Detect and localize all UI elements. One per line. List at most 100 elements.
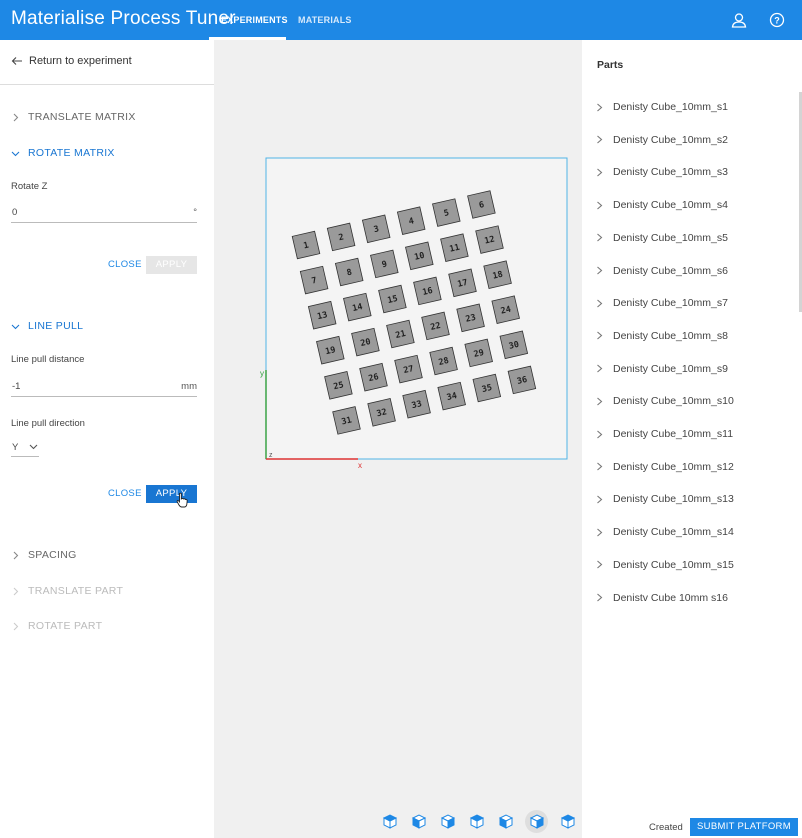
- part-list-item[interactable]: Denisty Cube_10mm_s4: [596, 199, 728, 211]
- view-front-icon[interactable]: [409, 812, 428, 831]
- chevron-right-icon: [13, 587, 19, 595]
- part-list-item[interactable]: Denisty Cube_10mm_s13: [596, 493, 734, 505]
- line-pull-direction-select[interactable]: Y: [11, 437, 39, 457]
- density-cube[interactable]: 11: [440, 233, 469, 262]
- section-rotate-part[interactable]: ROTATE PART: [11, 620, 102, 632]
- density-cube[interactable]: 9: [370, 249, 399, 279]
- density-cube[interactable]: 10: [405, 241, 434, 271]
- density-cube[interactable]: 27: [394, 354, 423, 384]
- density-cube[interactable]: 1: [291, 230, 321, 260]
- view-right-icon[interactable]: [496, 812, 515, 831]
- density-cube[interactable]: 23: [456, 303, 485, 333]
- part-name: Denisty Cube_10mm_s1: [613, 101, 728, 113]
- part-name: Denisty Cube_10mm_s14: [613, 526, 734, 539]
- part-list-item[interactable]: Denisty Cube_10mm_s15: [596, 559, 734, 571]
- created-status: Created: [649, 822, 683, 833]
- density-cube[interactable]: 28: [429, 346, 458, 376]
- app-title: Materialise Process Tuner: [11, 8, 236, 29]
- part-list-item[interactable]: Denisty Cube_10mm_s9: [596, 363, 728, 375]
- part-list-item[interactable]: Denisty Cube_10mm_s11: [596, 428, 733, 440]
- chevron-right-icon: [13, 551, 19, 559]
- line-pull-distance-value: -1: [12, 381, 21, 392]
- density-cube[interactable]: 3: [361, 214, 391, 244]
- density-cube[interactable]: 15: [378, 284, 407, 314]
- density-cube[interactable]: 22: [421, 311, 450, 341]
- part-list-item[interactable]: Denistv Cube 10mm s16: [596, 592, 728, 604]
- line-pull-apply-button[interactable]: APPLY: [146, 485, 197, 503]
- density-cube[interactable]: 31: [332, 406, 361, 435]
- part-list-item[interactable]: Denisty Cube_10mm_s8: [596, 330, 728, 342]
- section-label: TRANSLATE MATRIX: [28, 111, 136, 123]
- return-to-experiment-link[interactable]: Return to experiment: [11, 55, 132, 67]
- view-left-icon[interactable]: [438, 812, 457, 831]
- view-back-icon[interactable]: [467, 812, 486, 831]
- density-cube[interactable]: 7: [299, 265, 329, 295]
- part-list-item[interactable]: Denisty Cube_10mm_s6: [596, 265, 728, 277]
- chevron-right-icon: [597, 168, 603, 177]
- part-list-item[interactable]: Denisty Cube_10mm_s1: [596, 101, 728, 113]
- part-list-item[interactable]: Denisty Cube_10mm_s12: [596, 461, 734, 473]
- part-list-item[interactable]: Denisty Cube_10mm_s14: [596, 526, 734, 538]
- density-cube[interactable]: 35: [472, 373, 502, 403]
- return-label: Return to experiment: [29, 55, 132, 67]
- part-name: Denisty Cube_10mm_s2: [613, 133, 728, 146]
- tab-materials[interactable]: MATERIALS: [298, 15, 352, 25]
- build-platform-scene[interactable]: y x z 1234567891011121314151617181920212…: [214, 40, 582, 480]
- section-translate-part[interactable]: TRANSLATE PART: [11, 585, 123, 597]
- part-list-item[interactable]: Denisty Cube_10mm_s3: [596, 166, 728, 178]
- density-cube[interactable]: 12: [475, 225, 504, 254]
- part-list-item[interactable]: Denisty Cube_10mm_s2: [596, 134, 728, 146]
- density-cube[interactable]: 13: [307, 300, 337, 330]
- view-iso-icon[interactable]: [380, 812, 399, 831]
- rotate-z-value: 0: [12, 207, 18, 218]
- tab-experiments[interactable]: EXPERIMENTS: [221, 15, 288, 25]
- section-label: TRANSLATE PART: [28, 585, 124, 597]
- chevron-right-icon: [597, 560, 603, 569]
- rotate-close-button[interactable]: CLOSE: [108, 259, 142, 270]
- density-cube[interactable]: 20: [351, 327, 380, 357]
- density-cube[interactable]: 30: [499, 330, 529, 360]
- section-spacing[interactable]: SPACING: [11, 549, 77, 561]
- part-list-item[interactable]: Denisty Cube_10mm_s5: [596, 232, 728, 244]
- density-cube[interactable]: 2: [326, 222, 356, 252]
- density-cube[interactable]: 16: [413, 276, 442, 306]
- part-name: Denisty Cube_10mm_s7: [613, 297, 728, 310]
- density-cube[interactable]: 14: [343, 292, 372, 322]
- section-rotate-matrix[interactable]: ROTATE MATRIX: [11, 147, 115, 159]
- line-pull-close-button[interactable]: CLOSE: [108, 488, 142, 499]
- density-cube[interactable]: 19: [316, 335, 345, 365]
- density-cube[interactable]: 24: [491, 295, 520, 324]
- density-cube[interactable]: 34: [437, 381, 466, 411]
- density-cube[interactable]: 18: [483, 260, 512, 289]
- density-cube[interactable]: 36: [507, 365, 537, 395]
- view-top-icon[interactable]: [525, 810, 548, 833]
- line-pull-distance-input[interactable]: -1 mm: [11, 375, 197, 397]
- density-cube[interactable]: 6: [467, 190, 496, 219]
- 3d-viewport[interactable]: y x z 1 2 3 4 5 6 7 8 9 10 11 12 13 14 15 16 17 18 19 20 21 2…: [214, 40, 582, 838]
- density-cube[interactable]: 25: [324, 371, 353, 400]
- section-line-pull[interactable]: LINE PULL: [11, 320, 83, 332]
- section-translate-matrix[interactable]: TRANSLATE MATRIX: [11, 111, 136, 123]
- density-cube[interactable]: 8: [334, 257, 364, 287]
- density-cube[interactable]: 5: [432, 198, 461, 227]
- rotate-z-input[interactable]: 0 °: [11, 201, 197, 223]
- rotate-apply-button[interactable]: APPLY: [146, 256, 197, 274]
- section-label: ROTATE PART: [28, 620, 103, 632]
- density-cube[interactable]: 4: [396, 206, 426, 235]
- density-cube[interactable]: 21: [386, 319, 415, 349]
- submit-platform-button[interactable]: SUBMIT PLATFORM: [690, 818, 798, 836]
- density-cube[interactable]: 29: [464, 338, 493, 368]
- chevron-right-icon: [597, 331, 603, 340]
- part-name: Denisty Cube_10mm_s9: [613, 362, 728, 375]
- part-name: Denisty Cube_10mm_s13: [613, 493, 734, 506]
- view-bottom-icon[interactable]: [558, 812, 577, 831]
- density-cube[interactable]: 32: [367, 398, 396, 427]
- density-cube[interactable]: 26: [359, 362, 388, 392]
- user-icon[interactable]: [730, 11, 748, 29]
- density-cube[interactable]: 33: [402, 389, 431, 419]
- part-list-item[interactable]: Denisty Cube_10mm_s7: [596, 297, 728, 309]
- chevron-down-icon: [11, 324, 20, 329]
- part-list-item[interactable]: Denisty Cube_10mm_s10: [596, 395, 734, 407]
- help-icon[interactable]: ?: [768, 11, 786, 29]
- density-cube[interactable]: 17: [448, 268, 477, 298]
